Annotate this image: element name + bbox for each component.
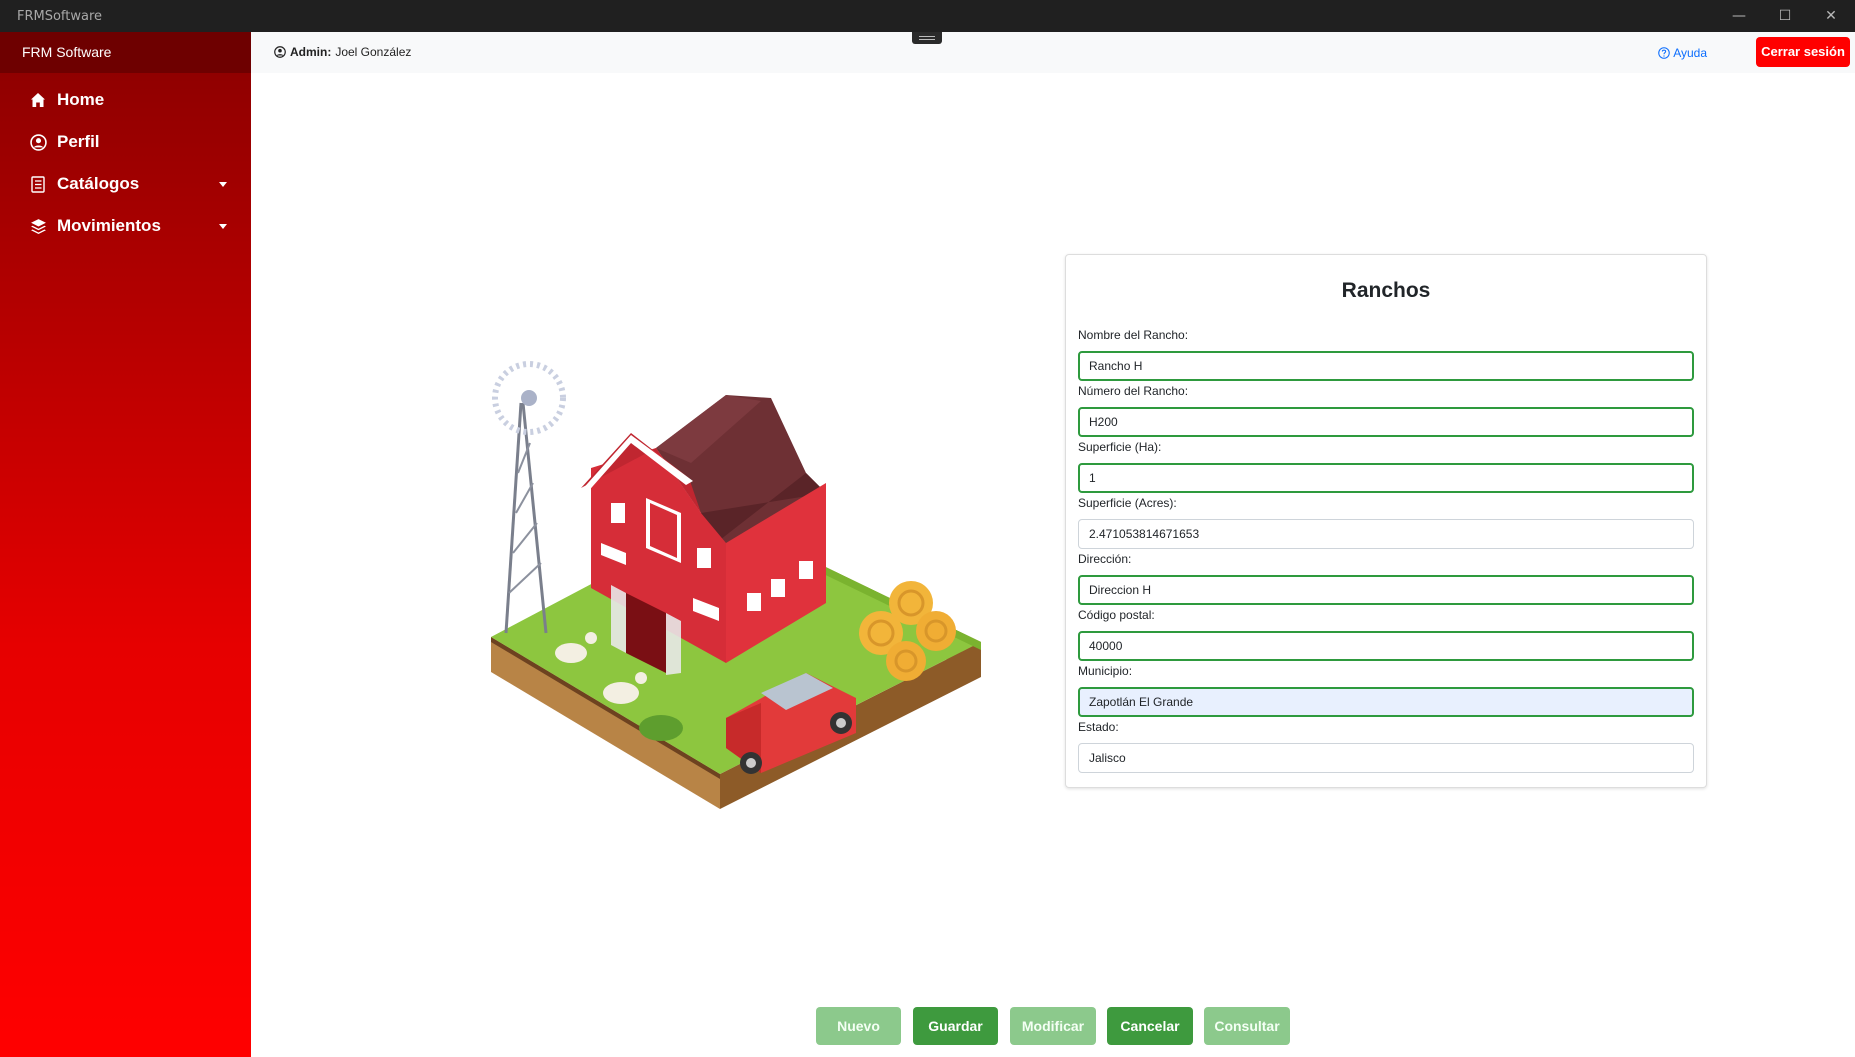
window-title: FRMSoftware (17, 9, 103, 24)
user-circle-icon (28, 132, 48, 152)
sidebar-item-perfil[interactable]: Perfil (0, 121, 251, 163)
nombre-rancho-input[interactable]: Rancho H (1078, 351, 1694, 381)
superficie-acres-input[interactable]: 2.471053814671653 (1078, 519, 1694, 549)
codigo-postal-input[interactable]: 40000 (1078, 631, 1694, 661)
sidebar: FRM Software Home Perfil Catálogos Movim… (0, 32, 251, 1057)
field-label-superficie-acres: Superficie (Acres): (1078, 496, 1177, 510)
admin-name: Joel González (335, 45, 412, 59)
field-label-municipio: Municipio: (1078, 664, 1133, 678)
logout-button[interactable]: Cerrar sesión (1756, 37, 1850, 67)
home-icon (28, 90, 48, 110)
minimize-button[interactable]: — (1716, 0, 1762, 32)
main-content: Ranchos Nombre del Rancho: Rancho H Núme… (251, 73, 1855, 1057)
field-label-numero: Número del Rancho: (1078, 384, 1189, 398)
farm-illustration (491, 361, 981, 809)
top-header: Admin: Joel González Ayuda Cerrar sesión (251, 32, 1855, 74)
sidebar-item-home[interactable]: Home (0, 79, 251, 121)
field-label-estado: Estado: (1078, 720, 1119, 734)
sidebar-item-label: Home (57, 90, 105, 109)
ranchos-form-card: Ranchos Nombre del Rancho: Rancho H Núme… (1065, 254, 1707, 788)
estado-input[interactable]: Jalisco (1078, 743, 1694, 773)
drag-handle[interactable] (912, 32, 942, 44)
field-label-nombre: Nombre del Rancho: (1078, 328, 1189, 342)
numero-rancho-input[interactable]: H200 (1078, 407, 1694, 437)
sidebar-item-label: Movimientos (57, 216, 161, 235)
nuevo-button[interactable]: Nuevo (816, 1007, 901, 1045)
maximize-button[interactable]: ☐ (1762, 0, 1808, 32)
brand-title: FRM Software (0, 32, 251, 73)
modificar-button[interactable]: Modificar (1010, 1007, 1096, 1045)
consultar-button[interactable]: Consultar (1204, 1007, 1290, 1045)
layers-icon (28, 216, 48, 236)
field-label-direccion: Dirección: (1078, 552, 1132, 566)
admin-info: Admin: Joel González (274, 45, 411, 59)
help-label: Ayuda (1673, 46, 1707, 60)
field-label-superficie-ha: Superficie (Ha): (1078, 440, 1162, 454)
user-circle-icon (274, 46, 286, 58)
catalog-icon (28, 174, 48, 194)
form-title: Ranchos (1341, 279, 1431, 302)
admin-label: Admin: (290, 45, 332, 59)
superficie-ha-input[interactable]: 1 (1078, 463, 1694, 493)
help-link[interactable]: Ayuda (1658, 46, 1707, 60)
chevron-down-icon (219, 182, 227, 187)
window-title-bar: FRMSoftware — ☐ ✕ (0, 0, 1855, 32)
sidebar-item-movimientos[interactable]: Movimientos (0, 205, 251, 247)
chevron-down-icon (219, 224, 227, 229)
field-label-codigo-postal: Código postal: (1078, 608, 1155, 622)
question-circle-icon (1658, 47, 1670, 59)
cancelar-button[interactable]: Cancelar (1107, 1007, 1193, 1045)
sidebar-item-catalogos[interactable]: Catálogos (0, 163, 251, 205)
guardar-button[interactable]: Guardar (913, 1007, 998, 1045)
sidebar-item-label: Perfil (57, 132, 100, 151)
municipio-input[interactable]: Zapotlán El Grande (1078, 687, 1694, 717)
direccion-input[interactable]: Direccion H (1078, 575, 1694, 605)
sidebar-item-label: Catálogos (57, 174, 140, 193)
close-window-button[interactable]: ✕ (1808, 0, 1854, 32)
